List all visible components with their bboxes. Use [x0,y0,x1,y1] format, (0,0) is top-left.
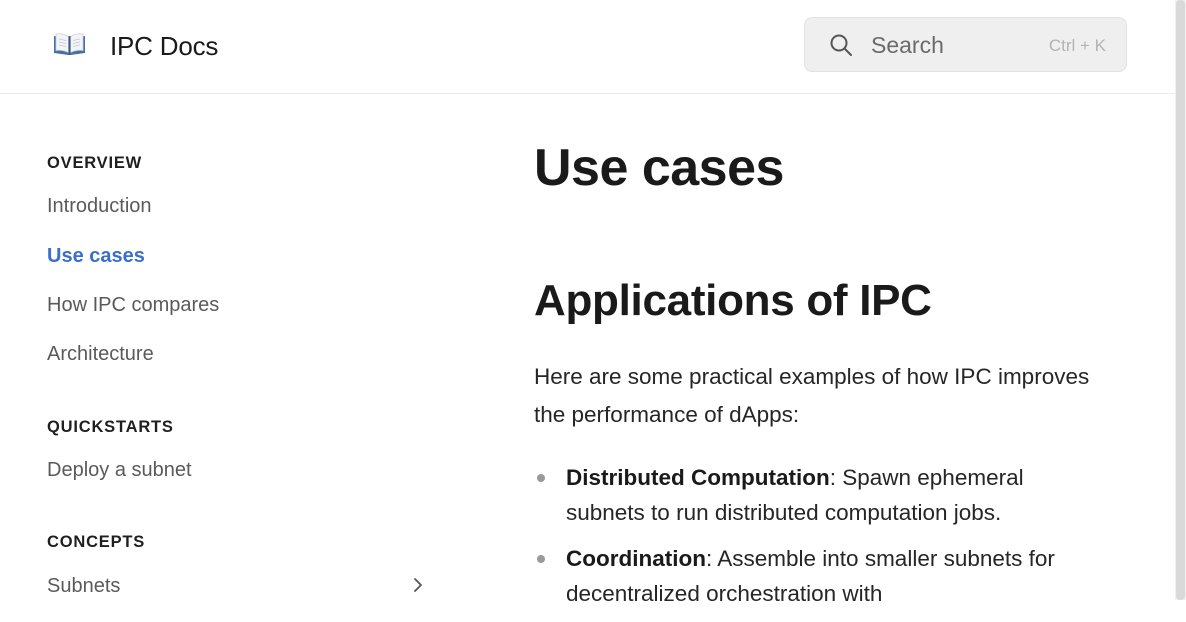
top-header: IPC Docs Ctrl + K [0,0,1175,94]
sidebar: OVERVIEW Introduction Use cases How IPC … [0,94,470,600]
scrollbar-thumb[interactable] [1176,0,1185,600]
sidebar-item-introduction[interactable]: Introduction [47,193,152,219]
intro-paragraph: Here are some practical examples of how … [534,364,1090,427]
open-book-icon[interactable] [53,31,86,57]
sidebar-item-architecture[interactable]: Architecture [47,341,154,367]
chevron-right-icon[interactable] [410,577,426,593]
page-title: Use cases [534,139,784,197]
use-case-list: Distributed Computation: Spawn ephemeral… [534,460,1094,622]
sidebar-item-subnets[interactable]: Subnets [47,573,120,599]
main-content: Use cases Applications of IPC Here are s… [534,94,1134,606]
list-item-term: Distributed Computation [566,465,830,490]
sidebar-item-use-cases[interactable]: Use cases [47,243,145,269]
sidebar-item-deploy-a-subnet[interactable]: Deploy a subnet [47,457,192,483]
scrollbar-track[interactable] [1175,0,1186,600]
sidebar-section-concepts: CONCEPTS [47,533,146,551]
search-input[interactable] [871,27,1041,63]
search-shortcut-hint: Ctrl + K [1048,36,1106,55]
search-icon [829,33,853,57]
sidebar-item-how-ipc-compares[interactable]: How IPC compares [47,292,219,318]
site-title[interactable]: IPC Docs [110,30,218,62]
list-item: Coordination: Assemble into smaller subn… [534,541,1094,611]
search-box[interactable]: Ctrl + K [804,17,1127,72]
section-heading: Applications of IPC [534,276,932,325]
sidebar-section-quickstarts: QUICKSTARTS [47,418,174,436]
list-item-term: Coordination [566,546,706,571]
bullet-dot [537,474,545,482]
bullet-dot [537,555,545,563]
sidebar-section-overview: OVERVIEW [47,154,143,172]
list-item: Distributed Computation: Spawn ephemeral… [534,460,1094,530]
